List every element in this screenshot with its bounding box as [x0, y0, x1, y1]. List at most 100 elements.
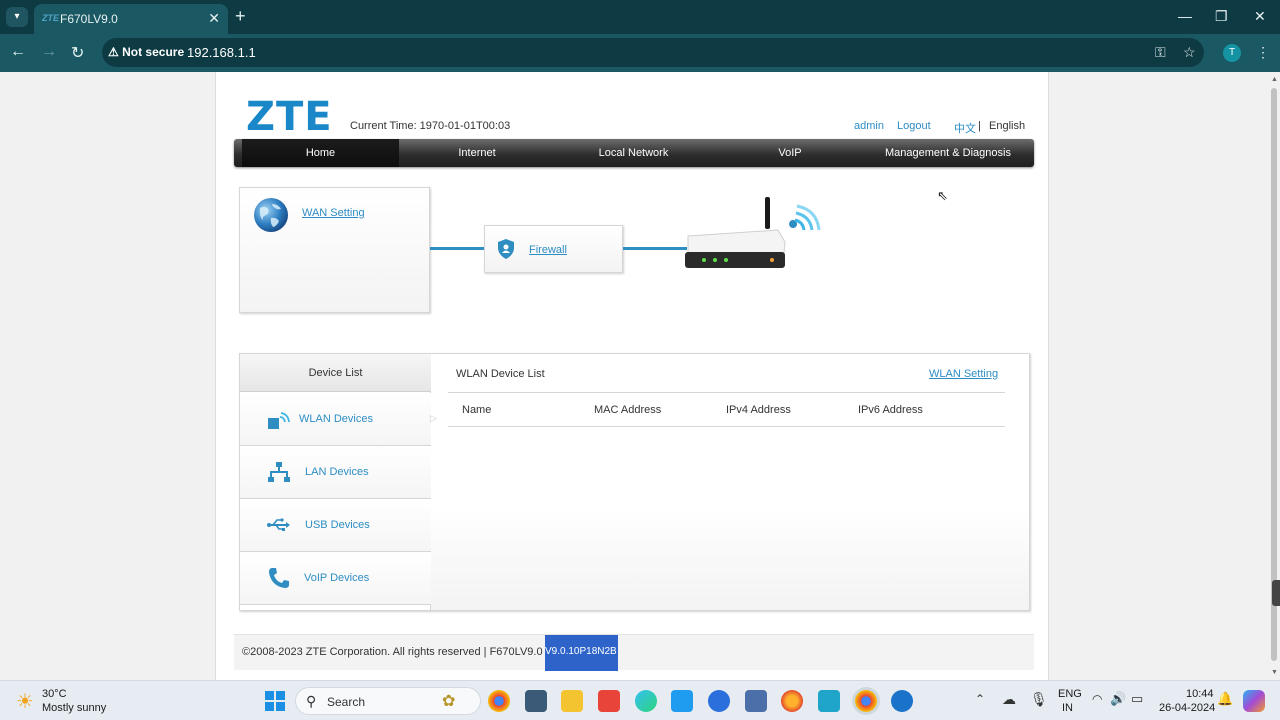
cloud-icon[interactable]: ☁ [1002, 691, 1016, 708]
browser-tab-bar: ▾ ZTE F670LV9.0 ✕ + — ❐ ✕ [0, 0, 1280, 34]
notification-bell-icon[interactable]: 🔔 [1217, 691, 1233, 707]
input-lang-bottom[interactable]: IN [1062, 702, 1073, 714]
shield-icon [498, 239, 514, 259]
restore-icon[interactable]: ❐ [1215, 8, 1228, 25]
globe-icon [254, 198, 288, 232]
forward-icon[interactable]: → [41, 43, 57, 61]
copilot-icon[interactable] [1243, 690, 1265, 712]
chrome-icon[interactable] [488, 690, 510, 712]
scrollbar-thumb[interactable] [1271, 88, 1277, 661]
profile-avatar[interactable]: T [1223, 44, 1241, 62]
taskbar-search-box[interactable]: ⚲ Search ✿ [295, 687, 481, 715]
firewall-link[interactable]: Firewall [529, 244, 567, 256]
app-bolt-icon[interactable] [818, 690, 840, 712]
search-icon: ⚲ [306, 693, 317, 709]
lan-network-icon [268, 462, 290, 482]
side-panel-handle[interactable] [1272, 580, 1280, 606]
app-sync-icon[interactable] [891, 690, 913, 712]
tab-search-button[interactable]: ▾ [6, 7, 28, 27]
scroll-down-icon[interactable]: ▼ [1271, 669, 1278, 676]
close-tab-icon[interactable]: ✕ [208, 10, 220, 27]
close-window-icon[interactable]: ✕ [1254, 8, 1266, 25]
reload-icon[interactable]: ↻ [71, 43, 84, 63]
tab-title: F670LV9.0 [60, 12, 118, 26]
tab-favicon: ZTE [42, 13, 59, 23]
menu-local-network[interactable]: Local Network [555, 139, 712, 167]
lang-chinese-link[interactable]: 中文 [954, 120, 976, 136]
address-bar[interactable] [102, 38, 1204, 67]
app-window-icon[interactable] [745, 690, 767, 712]
app-red-icon[interactable] [598, 690, 620, 712]
minimize-icon[interactable]: — [1178, 8, 1192, 24]
usb-devices-label: USB Devices [305, 519, 370, 531]
file-explorer-icon[interactable] [561, 690, 583, 712]
firmware-version: V9.0.10P18N2B [545, 635, 618, 671]
sidebar-item-lan-devices[interactable]: LAN Devices [240, 446, 431, 499]
password-key-icon[interactable]: ⚿ [1155, 44, 1166, 61]
menu-internet[interactable]: Internet [399, 139, 555, 167]
speaker-icon[interactable]: 🔊 [1110, 691, 1126, 707]
weather-temp[interactable]: 30°C [42, 688, 67, 700]
menu-voip[interactable]: VoIP [712, 139, 868, 167]
clock-time[interactable]: 10:44 [1186, 688, 1214, 700]
admin-user-link[interactable]: admin [854, 120, 884, 132]
web-viewport: ZTE Current Time: 1970-01-01T00:03 admin… [0, 72, 1280, 680]
column-header-name: Name [462, 404, 492, 416]
new-tab-icon[interactable]: + [235, 6, 246, 27]
input-lang-top[interactable]: ENG [1058, 688, 1082, 700]
bookmark-star-icon[interactable]: ☆ [1183, 44, 1196, 61]
firewall-card: Firewall [484, 225, 623, 273]
app-blue-icon[interactable] [708, 690, 730, 712]
battery-icon[interactable]: ▭ [1131, 691, 1143, 707]
tray-overflow-icon[interactable]: ⌃ [975, 692, 985, 706]
sidebar-item-wlan-devices[interactable]: WLAN Devices ▷ [240, 393, 437, 446]
current-time: Current Time: 1970-01-01T00:03 [350, 120, 511, 132]
lan-devices-label: LAN Devices [305, 466, 369, 478]
sidebar-item-usb-devices[interactable]: USB Devices [240, 499, 431, 552]
browser-tab[interactable]: ZTE F670LV9.0 ✕ [34, 4, 228, 34]
wan-card: WAN Setting [239, 187, 430, 313]
back-icon[interactable]: ← [10, 43, 26, 61]
menu-home[interactable]: Home [242, 139, 399, 167]
column-header-ipv6: IPv6 Address [858, 404, 923, 416]
not-secure-label: Not secure [122, 45, 185, 59]
url-text[interactable]: 192.168.1.1 [187, 45, 256, 60]
chrome-profile-icon[interactable] [855, 690, 877, 712]
search-label: Search [327, 695, 366, 709]
logout-link[interactable]: Logout [897, 120, 931, 132]
copyright-text: ©2008-2023 ZTE Corporation. All rights r… [242, 646, 543, 658]
weather-desc[interactable]: Mostly sunny [42, 702, 106, 714]
table-header-divider [448, 426, 1005, 427]
browser-toolbar: ← → ↻ ⚠ Not secure 192.168.1.1 ⚿ ☆ T ⋮ [0, 34, 1280, 72]
scroll-up-icon[interactable]: ▲ [1271, 76, 1278, 83]
lang-english-link[interactable]: English [989, 120, 1025, 132]
menu-management-diagnosis[interactable]: Management & Diagnosis [868, 139, 1028, 167]
column-header-mac: MAC Address [594, 404, 662, 416]
firefox-icon[interactable] [781, 690, 803, 712]
usb-icon [267, 518, 290, 531]
sidebar-item-voip-devices[interactable]: VoIP Devices [240, 552, 431, 605]
wlan-setting-link[interactable]: WLAN Setting [929, 368, 998, 380]
microphone-icon[interactable]: 🎙 [1030, 691, 1048, 708]
snipping-tool-icon[interactable] [525, 690, 547, 712]
menu-kebab-icon[interactable]: ⋮ [1256, 44, 1270, 61]
weather-sun-icon[interactable]: ☀ [16, 689, 34, 714]
clock-date[interactable]: 26-04-2024 [1159, 702, 1215, 714]
selected-arrow-icon: ▷ [430, 413, 437, 423]
device-list-header: Device List [240, 354, 431, 392]
router-icon [685, 197, 821, 268]
wan-connection-line [430, 247, 484, 250]
vscode-icon[interactable] [671, 690, 693, 712]
edge-icon[interactable] [635, 690, 657, 712]
phone-icon [269, 568, 289, 588]
wlan-devices-label: WLAN Devices [299, 413, 373, 425]
windows-start-icon[interactable] [264, 690, 286, 712]
router-page: ZTE Current Time: 1970-01-01T00:03 admin… [215, 72, 1049, 680]
lang-separator: | [978, 120, 981, 132]
device-list-sidebar: Device List WLAN Devices ▷ LAN Devices U… [240, 354, 437, 610]
wifi-icon[interactable]: ◠ [1092, 692, 1102, 706]
column-header-ipv4: IPv4 Address [726, 404, 791, 416]
not-secure-badge[interactable]: ⚠ Not secure [108, 45, 184, 59]
voip-devices-label: VoIP Devices [304, 572, 370, 584]
wan-setting-link[interactable]: WAN Setting [302, 207, 365, 219]
